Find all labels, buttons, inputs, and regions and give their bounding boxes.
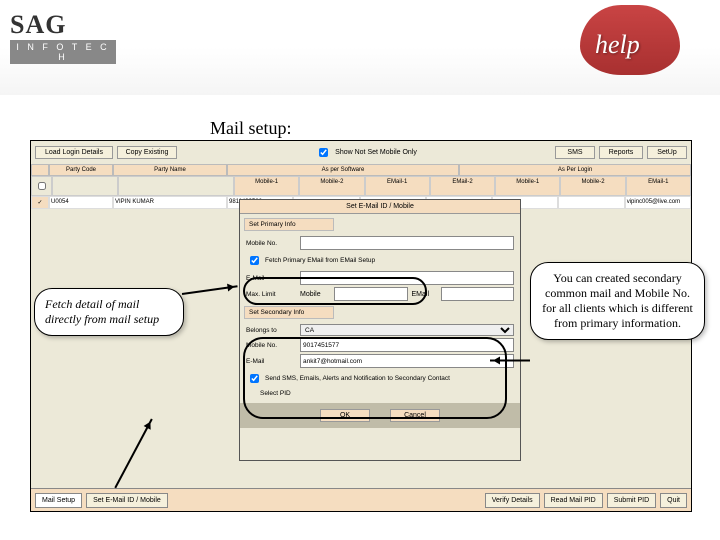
help-badge: help	[570, 5, 700, 95]
verify-button[interactable]: Verify Details	[485, 493, 540, 508]
fetch-primary-checkbox[interactable]	[250, 256, 259, 265]
callout-fetch-text: Fetch detail of mail directly from mail …	[34, 288, 184, 336]
page-header: SAG I N F O T E C H help	[0, 0, 720, 95]
callout-secondary-text: You can created secondary common mail an…	[530, 262, 705, 340]
logo: SAG I N F O T E C H	[10, 10, 116, 64]
primary-mobile-input[interactable]	[300, 236, 514, 250]
setup-button[interactable]: SetUp	[647, 146, 687, 159]
row-check[interactable]: ✓	[31, 196, 49, 209]
select-all-checkbox[interactable]	[38, 182, 46, 190]
grid-header-sub: Mobile-1 Mobile-2 EMail-1 EMail-2 Mobile…	[31, 176, 691, 196]
quit-button[interactable]: Quit	[660, 493, 687, 508]
show-not-set-checkbox[interactable]	[319, 148, 328, 157]
set-email-dialog: Set E-Mail ID / Mobile Set Primary Info …	[239, 199, 521, 461]
callout-secondary: You can created secondary common mail an…	[530, 262, 705, 340]
dialog-title: Set E-Mail ID / Mobile	[240, 200, 520, 214]
logo-text: SAG	[10, 10, 116, 40]
col-party-name: Party Name	[113, 164, 227, 176]
logo-subtext: I N F O T E C H	[10, 40, 116, 64]
fetch-primary-label: Fetch Primary EMail from EMail Setup	[265, 257, 375, 264]
help-label: help	[595, 30, 640, 60]
cell-email-login: vipinc005@live.com	[625, 196, 691, 209]
belongs-select[interactable]: CA	[300, 324, 514, 336]
max-email-input[interactable]	[441, 287, 515, 301]
submit-pid-button[interactable]: Submit PID	[607, 493, 656, 508]
mobile-label: Mobile No.	[246, 240, 296, 247]
sms-button[interactable]: SMS	[555, 146, 595, 159]
cell-code: U0054	[49, 196, 113, 209]
load-login-button[interactable]: Load Login Details	[35, 146, 113, 159]
page-title: Mail setup:	[210, 118, 292, 139]
col-party-code: Party Code	[49, 164, 113, 176]
toolbar: Load Login Details Copy Existing Show No…	[31, 141, 691, 164]
copy-existing-button[interactable]: Copy Existing	[117, 146, 177, 159]
mail-setup-button[interactable]: Mail Setup	[35, 493, 82, 508]
grid-header-top: Party Code Party Name As per Software As…	[31, 164, 691, 176]
secondary-section: Set Secondary Info	[244, 306, 334, 319]
col-as-software: As per Software	[227, 164, 459, 176]
primary-section: Set Primary Info	[244, 218, 334, 231]
set-email-id-button[interactable]: Set E-Mail ID / Mobile	[86, 493, 168, 508]
read-pid-button[interactable]: Read Mail PID	[544, 493, 603, 508]
cell-name: VIPIN KUMAR	[113, 196, 227, 209]
reports-button[interactable]: Reports	[599, 146, 643, 159]
col-as-login: As Per Login	[459, 164, 691, 176]
belongs-label: Belongs to	[246, 327, 296, 334]
show-not-set-label: Show Not Set Mobile Only	[335, 149, 417, 156]
bottom-toolbar: Mail Setup Set E-Mail ID / Mobile Verify…	[31, 488, 691, 511]
callout-fetch: Fetch detail of mail directly from mail …	[34, 288, 184, 336]
